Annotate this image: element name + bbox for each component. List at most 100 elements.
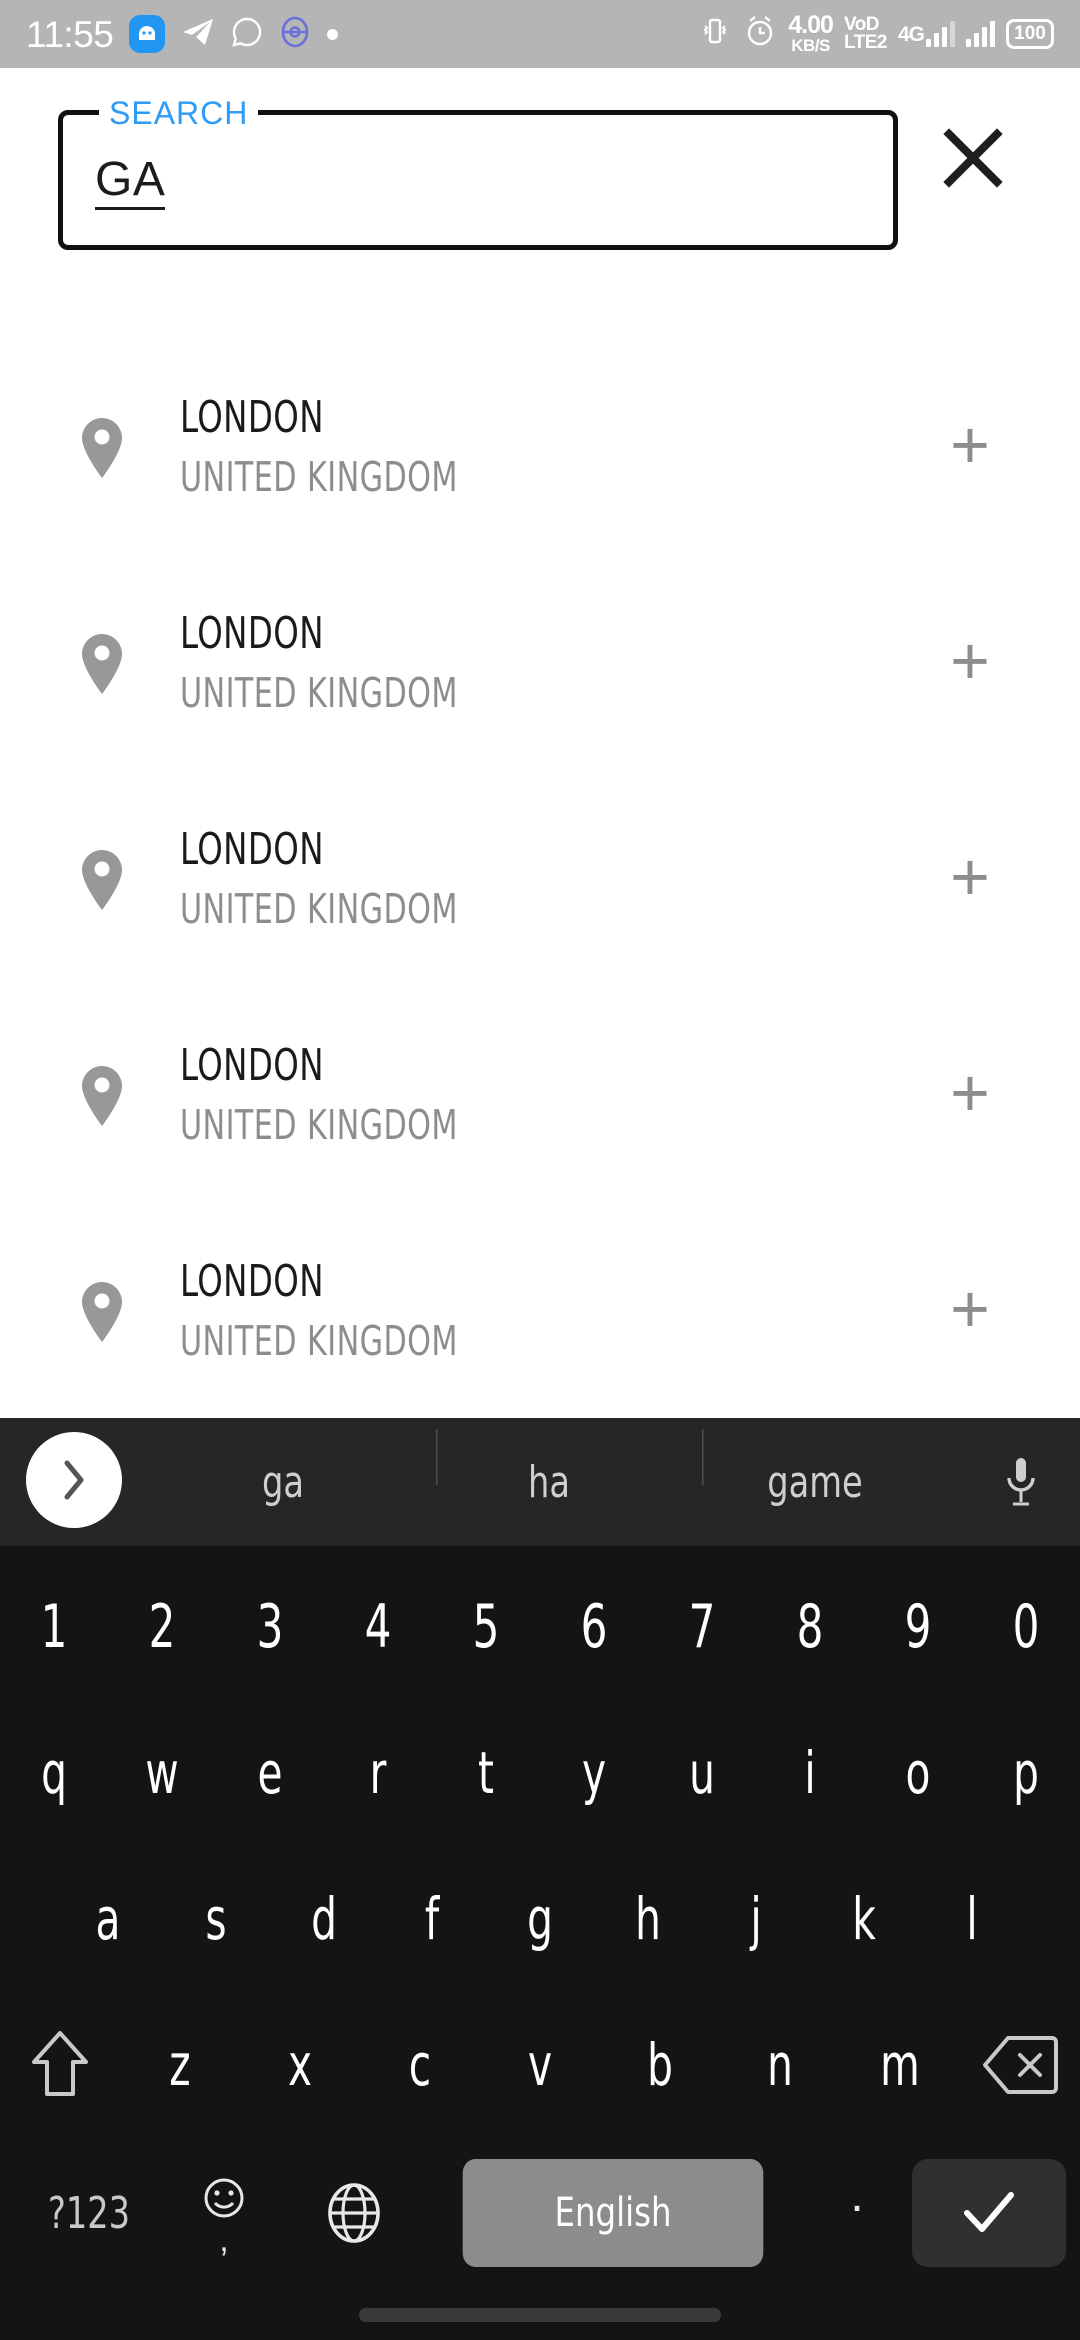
battery-icon: 100 <box>1006 18 1054 49</box>
period-key[interactable]: . <box>802 2168 912 2259</box>
status-clock: 11:55 <box>26 13 114 55</box>
key-m[interactable]: m <box>853 1992 947 2138</box>
key-d[interactable]: d <box>282 1846 366 1992</box>
list-item-title: LONDON <box>180 1256 324 1308</box>
keyboard-row-top: q w e r t y u i o p <box>0 1700 1080 1846</box>
add-location-button[interactable]: + <box>922 1048 1018 1144</box>
list-item[interactable]: LONDON UNITED KINGDOM + <box>0 556 1080 772</box>
dot-icon <box>327 28 339 40</box>
chevron-right-icon <box>64 1460 84 1500</box>
backspace-icon[interactable] <box>960 1992 1080 2138</box>
search-area: SEARCH GA <box>0 68 1080 378</box>
search-input[interactable]: GA <box>95 154 166 211</box>
emoji-key[interactable]: , <box>164 2176 284 2257</box>
keyboard-row-middle: a s d f g h j k l <box>0 1846 1080 1992</box>
globe-icon[interactable] <box>284 2182 424 2244</box>
clear-search-button[interactable] <box>925 110 1021 206</box>
space-key[interactable]: English <box>462 2159 764 2267</box>
key-y[interactable]: y <box>552 1700 636 1846</box>
key-s[interactable]: s <box>174 1846 258 1992</box>
add-location-button[interactable]: + <box>922 1264 1018 1360</box>
key-4[interactable]: 4 <box>336 1554 420 1700</box>
shift-icon[interactable] <box>0 1992 120 2138</box>
list-item-subtitle: UNITED KINGDOM <box>180 1316 458 1365</box>
add-location-button[interactable]: + <box>922 616 1018 712</box>
key-o[interactable]: o <box>876 1700 960 1846</box>
alarm-icon <box>743 14 777 53</box>
key-a[interactable]: a <box>66 1846 150 1992</box>
on-screen-keyboard[interactable]: ga ha game 1 2 3 4 5 6 7 8 9 0 q w e r t… <box>0 1418 1080 2340</box>
list-item[interactable]: LONDON UNITED KINGDOM + <box>0 988 1080 1204</box>
key-q[interactable]: q <box>12 1700 96 1846</box>
list-item-subtitle: UNITED KINGDOM <box>180 452 458 501</box>
key-z[interactable]: z <box>133 1992 227 2138</box>
key-n[interactable]: n <box>733 1992 827 2138</box>
enter-key[interactable] <box>912 2159 1066 2267</box>
suggestion-item[interactable]: ga <box>170 1457 396 1508</box>
list-item-text: LONDON UNITED KINGDOM <box>148 1040 922 1151</box>
key-7[interactable]: 7 <box>660 1554 744 1700</box>
key-f[interactable]: f <box>390 1846 474 1992</box>
status-bar: 11:55 4.00 KB/S VoD LTE2 4G 100 <box>0 0 1080 68</box>
key-3[interactable]: 3 <box>228 1554 312 1700</box>
search-field-label: SEARCH <box>99 95 259 131</box>
whatsapp-icon <box>231 16 263 53</box>
location-pin-icon <box>56 1065 148 1127</box>
location-pin-icon <box>56 849 148 911</box>
key-c[interactable]: c <box>373 1992 467 2138</box>
suggestion-item[interactable]: game <box>701 1428 928 1508</box>
key-w[interactable]: w <box>120 1700 204 1846</box>
key-u[interactable]: u <box>660 1700 744 1846</box>
key-1[interactable]: 1 <box>12 1554 96 1700</box>
key-2[interactable]: 2 <box>120 1554 204 1700</box>
key-l[interactable]: l <box>930 1846 1014 1992</box>
suggestion-items: ga ha game <box>150 1418 948 1546</box>
list-item-text: LONDON UNITED KINGDOM <box>148 824 922 935</box>
list-item[interactable]: LONDON UNITED KINGDOM + <box>0 1204 1080 1418</box>
key-x[interactable]: x <box>253 1992 347 2138</box>
keyboard-keys[interactable]: 1 2 3 4 5 6 7 8 9 0 q w e r t y u i o p … <box>0 1546 1080 2288</box>
key-e[interactable]: e <box>228 1700 312 1846</box>
gesture-nav-pill[interactable] <box>359 2308 721 2322</box>
volte-indicator: VoD LTE2 <box>844 15 888 52</box>
key-i[interactable]: i <box>768 1700 852 1846</box>
key-k[interactable]: k <box>822 1846 906 1992</box>
expand-suggestions-button[interactable] <box>26 1432 122 1528</box>
key-8[interactable]: 8 <box>768 1554 852 1700</box>
key-g[interactable]: g <box>498 1846 582 1992</box>
key-r[interactable]: r <box>336 1700 420 1846</box>
location-pin-icon <box>56 1281 148 1343</box>
key-0[interactable]: 0 <box>984 1554 1068 1700</box>
network-speed-value: 4.00 <box>788 11 834 40</box>
key-p[interactable]: p <box>984 1700 1068 1846</box>
telegram-icon <box>181 16 215 53</box>
key-j[interactable]: j <box>714 1846 798 1992</box>
search-results-list[interactable]: LONDON UNITED KINGDOM + LONDON UNITED KI… <box>0 340 1080 1418</box>
key-t[interactable]: t <box>444 1700 528 1846</box>
key-6[interactable]: 6 <box>552 1554 636 1700</box>
network-speed-unit: KB/S <box>791 35 830 55</box>
suggestion-item[interactable]: ha <box>435 1428 662 1508</box>
key-h[interactable]: h <box>606 1846 690 1992</box>
keyboard-row-function: ?123 , English . <box>0 2138 1080 2288</box>
search-field[interactable]: SEARCH GA <box>58 95 898 250</box>
phone-screen: 11:55 4.00 KB/S VoD LTE2 4G 100 SEARCH G… <box>0 0 1080 2340</box>
key-9[interactable]: 9 <box>876 1554 960 1700</box>
list-item-subtitle: UNITED KINGDOM <box>180 884 458 933</box>
add-location-button[interactable]: + <box>922 832 1018 928</box>
check-icon <box>964 2192 1014 2232</box>
add-location-button[interactable]: + <box>922 400 1018 496</box>
key-v[interactable]: v <box>493 1992 587 2138</box>
signal-icon-2 <box>966 20 995 47</box>
list-item[interactable]: LONDON UNITED KINGDOM + <box>0 772 1080 988</box>
keyboard-row-bottom: z x c v b n m <box>0 1992 1080 2138</box>
key-5[interactable]: 5 <box>444 1554 528 1700</box>
microphone-icon[interactable] <box>990 1450 1052 1514</box>
android-head-icon <box>129 15 166 53</box>
list-item[interactable]: LONDON UNITED KINGDOM + <box>0 340 1080 556</box>
signal-icon-1 <box>926 20 955 47</box>
key-b[interactable]: b <box>613 1992 707 2138</box>
status-bar-left: 11:55 <box>26 13 339 55</box>
symbols-key[interactable]: ?123 <box>25 2188 153 2239</box>
suggestion-bar[interactable]: ga ha game <box>0 1418 1080 1546</box>
